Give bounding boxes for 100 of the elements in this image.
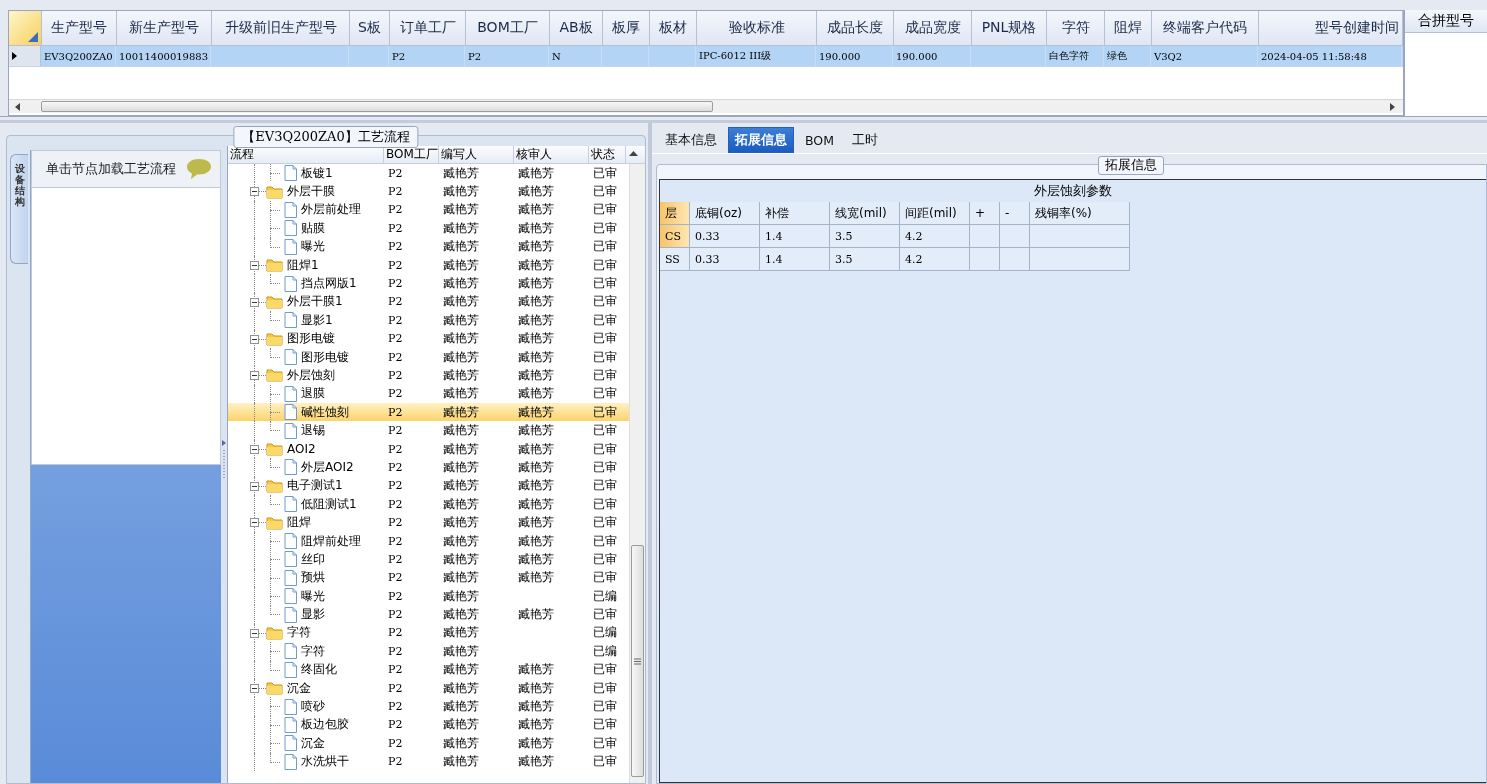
- table-cell: 已审: [593, 330, 617, 348]
- column-header[interactable]: 补偿: [760, 202, 830, 225]
- tree-row[interactable]: AOI2 P2 臧艳芳 臧艳芳 已审: [228, 439, 629, 459]
- column-header[interactable]: 验收标准: [697, 11, 817, 45]
- table-cell: 臧艳芳: [443, 477, 479, 495]
- column-header[interactable]: 阻焊: [1105, 11, 1152, 45]
- tree-row[interactable]: 外层蚀刻 P2 臧艳芳 臧艳芳 已审: [228, 366, 629, 385]
- collapse-icon[interactable]: [250, 297, 259, 307]
- column-header[interactable]: 核审人: [514, 146, 589, 163]
- column-header[interactable]: BOM工厂: [384, 146, 439, 163]
- collapse-icon[interactable]: [250, 260, 259, 270]
- tree-row[interactable]: 外层前处理 P2 臧艳芳 臧艳芳 已审: [228, 200, 629, 220]
- tree-row[interactable]: 终固化 P2 臧艳芳 臧艳芳 已审: [228, 660, 629, 679]
- tree-row[interactable]: 外层干膜 P2 臧艳芳 臧艳芳 已审: [228, 182, 629, 201]
- collapse-icon[interactable]: [250, 334, 259, 344]
- column-header[interactable]: +: [970, 202, 1000, 225]
- tree-row[interactable]: 挡点网版1 P2 臧艳芳 臧艳芳 已审: [228, 274, 629, 293]
- column-header[interactable]: 底铜(oz): [690, 202, 760, 225]
- tree-row[interactable]: 曝光 P2 臧艳芳 已编: [228, 587, 629, 606]
- column-header[interactable]: S板: [350, 11, 390, 45]
- grid-row[interactable]: EV3Q200ZA0 10011400019883 P2 P2 N IPC-6012 III级 190.000 190.000 白色字符 绿色 V3Q2 2024-04-05 11:58:48: [9, 46, 1403, 67]
- scroll-left-icon[interactable]: [13, 101, 23, 112]
- column-header[interactable]: 板厚: [603, 11, 650, 45]
- column-header[interactable]: -: [1000, 202, 1030, 225]
- table-cell: 已审: [593, 367, 617, 384]
- tab[interactable]: BOM: [798, 127, 841, 153]
- tree-row[interactable]: 水洗烘干 P2 臧艳芳 臧艳芳 已审: [228, 752, 629, 771]
- column-header[interactable]: 生产型号: [42, 11, 117, 45]
- tab[interactable]: 拓展信息: [728, 127, 794, 153]
- tree-row[interactable]: 丝印 P2 臧艳芳 臧艳芳 已审: [228, 550, 629, 569]
- tree-row[interactable]: 显影1 P2 臧艳芳 臧艳芳 已审: [228, 311, 629, 330]
- row-header[interactable]: CS: [660, 225, 690, 248]
- table-title: 外层蚀刻参数: [1033, 181, 1113, 200]
- tree-row[interactable]: 贴膜 P2 臧艳芳 臧艳芳 已审: [228, 219, 629, 238]
- tree-row[interactable]: 低阻测试1 P2 臧艳芳 臧艳芳 已审: [228, 495, 629, 514]
- tree-row[interactable]: 板边包胶 P2 臧艳芳 臧艳芳 已审: [228, 715, 629, 735]
- column-header[interactable]: 残铜率(%): [1030, 202, 1130, 225]
- tree-row[interactable]: 电子测试1 P2 臧艳芳 臧艳芳 已审: [228, 476, 629, 496]
- splitter-handle-icon[interactable]: [222, 439, 226, 480]
- collapse-icon[interactable]: [250, 628, 259, 638]
- collapse-icon[interactable]: [250, 683, 259, 693]
- column-header[interactable]: 合拼型号: [1405, 10, 1487, 33]
- node-label: 显影: [301, 606, 325, 624]
- collapse-icon[interactable]: [250, 481, 259, 491]
- document-icon: [284, 238, 297, 255]
- tree-row[interactable]: 外层AOI2 P2 臧艳芳 臧艳芳 已审: [228, 458, 629, 477]
- table-cell: P2: [388, 240, 403, 254]
- tab[interactable]: 工时: [845, 127, 885, 153]
- column-header[interactable]: 订单工厂: [390, 11, 466, 45]
- tree-row[interactable]: 显影 P2 臧艳芳 臧艳芳 已审: [228, 605, 629, 624]
- side-tab[interactable]: 设备结构: [10, 154, 28, 264]
- column-header[interactable]: 编写人: [439, 146, 514, 163]
- scrollbar-thumb[interactable]: [631, 545, 644, 777]
- tree-row[interactable]: 字符 P2 臧艳芳 已编: [228, 642, 629, 661]
- table-cell: N: [552, 50, 561, 62]
- column-header[interactable]: 成品长度: [817, 11, 894, 45]
- scroll-right-icon[interactable]: [1387, 101, 1397, 112]
- column-header[interactable]: 线宽(mil): [830, 202, 900, 225]
- table-cell: 臧艳芳: [443, 238, 479, 256]
- tree-row[interactable]: 曝光 P2 臧艳芳 臧艳芳 已审: [228, 237, 629, 256]
- table-cell: P2: [388, 718, 403, 732]
- collapse-icon[interactable]: [250, 371, 259, 381]
- column-header[interactable]: 层: [660, 202, 690, 225]
- tree-row[interactable]: 阻焊前处理 P2 臧艳芳 臧艳芳 已审: [228, 531, 629, 551]
- tab[interactable]: 基本信息: [658, 127, 724, 153]
- tree-row[interactable]: 图形电镀 P2 臧艳芳 臧艳芳 已审: [228, 347, 629, 367]
- tree-row[interactable]: 板镀1 P2 臧艳芳 臧艳芳 已审: [228, 164, 629, 183]
- column-header[interactable]: 字符: [1047, 11, 1105, 45]
- table-cell: 臧艳芳: [518, 183, 554, 201]
- column-header[interactable]: 流程: [228, 146, 384, 163]
- column-header[interactable]: PNL规格: [972, 11, 1047, 45]
- node-label: 退膜: [301, 385, 325, 403]
- column-header[interactable]: 终端客户代码: [1152, 11, 1259, 45]
- tree-row[interactable]: 沉金 P2 臧艳芳 臧艳芳 已审: [228, 678, 629, 698]
- column-header[interactable]: 升级前旧生产型号: [212, 11, 350, 45]
- column-header[interactable]: 成品宽度: [894, 11, 972, 45]
- column-header[interactable]: 板材: [650, 11, 697, 45]
- column-header[interactable]: 状态: [589, 146, 626, 163]
- column-header[interactable]: 新生产型号: [117, 11, 212, 45]
- column-header[interactable]: 型号创建时间: [1259, 11, 1403, 45]
- column-header[interactable]: BOM工厂: [466, 11, 550, 45]
- collapse-icon[interactable]: [250, 518, 259, 528]
- column-header[interactable]: 间距(mil): [900, 202, 970, 225]
- scrollbar-thumb[interactable]: [41, 101, 713, 112]
- tree-row[interactable]: 退锡 P2 臧艳芳 臧艳芳 已审: [228, 421, 629, 440]
- column-header[interactable]: AB板: [550, 11, 603, 45]
- collapse-icon[interactable]: [250, 187, 259, 197]
- tree-row[interactable]: 喷砂 P2 臧艳芳 臧艳芳 已审: [228, 697, 629, 716]
- node-label: 字符: [287, 624, 311, 642]
- collapse-icon[interactable]: [250, 444, 259, 454]
- tree-row[interactable]: 阻焊1 P2 臧艳芳 臧艳芳 已审: [228, 255, 629, 275]
- tree-row[interactable]: 阻焊 P2 臧艳芳 臧艳芳 已审: [228, 513, 629, 532]
- tree-row[interactable]: 碱性蚀刻 P2 臧艳芳 臧艳芳 已审: [228, 403, 629, 422]
- tree-row[interactable]: 预烘 P2 臧艳芳 臧艳芳 已审: [228, 568, 629, 587]
- tree-row[interactable]: 图形电镀 P2 臧艳芳 臧艳芳 已审: [228, 329, 629, 348]
- tree-row[interactable]: 外层干膜1 P2 臧艳芳 臧艳芳 已审: [228, 292, 629, 312]
- table-cell: 臧艳芳: [443, 403, 479, 421]
- row-header[interactable]: SS: [660, 248, 690, 271]
- tree-row[interactable]: 字符 P2 臧艳芳 已编: [228, 623, 629, 643]
- tree-row[interactable]: 沉金 P2 臧艳芳 臧艳芳 已审: [228, 734, 629, 753]
